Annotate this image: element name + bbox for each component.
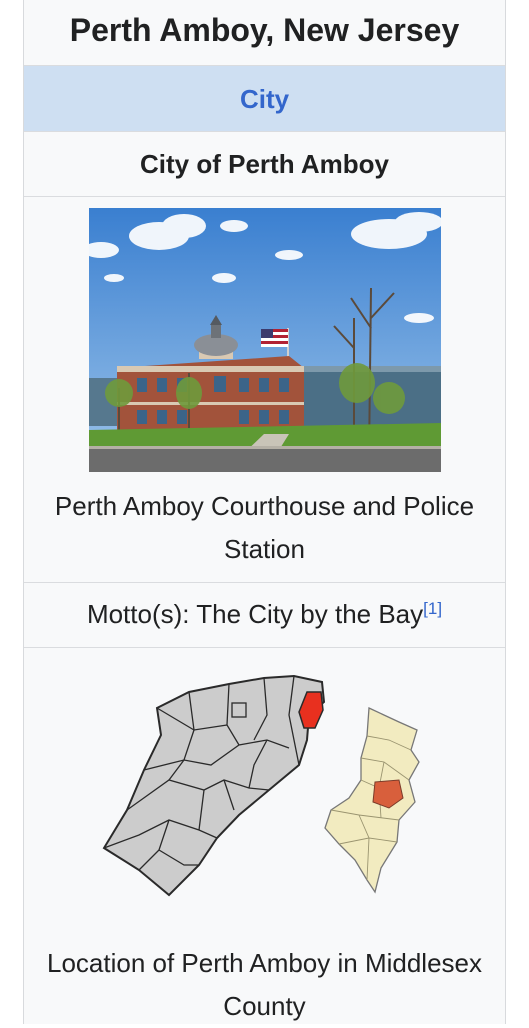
photo-section: Perth Amboy Courthouse and Police Statio… xyxy=(24,197,505,583)
photo-caption: Perth Amboy Courthouse and Police Statio… xyxy=(54,491,475,564)
courthouse-photo[interactable] xyxy=(89,208,441,472)
location-map-section: Location of Perth Amboy in Middlesex Cou… xyxy=(24,648,505,1024)
motto-text: Motto(s): The City by the Bay xyxy=(86,599,424,629)
map-caption: Location of Perth Amboy in Middlesex Cou… xyxy=(46,948,483,1021)
infobox-title: Perth Amboy, New Jersey xyxy=(24,0,505,66)
infobox: Perth Amboy, New Jersey City City of Per… xyxy=(23,0,506,1024)
motto-citation-link[interactable]: [1] xyxy=(423,599,442,618)
courthouse-image xyxy=(89,208,441,472)
location-map-image xyxy=(102,674,420,897)
official-name: City of Perth Amboy xyxy=(24,132,505,197)
settlement-type-link[interactable]: City xyxy=(24,66,505,132)
location-map[interactable] xyxy=(99,670,429,910)
motto-row: Motto(s): The City by the Bay[1] xyxy=(24,583,505,648)
new-jersey-shape xyxy=(324,707,420,894)
